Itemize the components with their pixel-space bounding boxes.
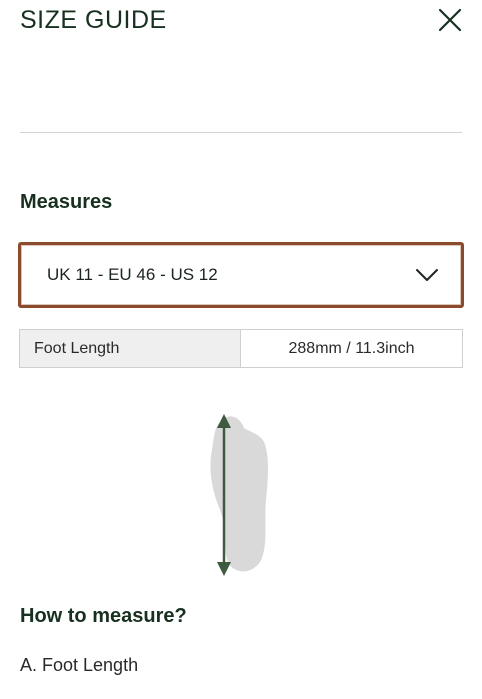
close-button[interactable]	[438, 8, 462, 32]
selected-size-value: UK 11 - EU 46 - US 12	[47, 265, 218, 284]
close-icon	[438, 8, 462, 32]
how-to-measure-heading: How to measure?	[20, 605, 187, 627]
foot-length-label: Foot Length	[20, 330, 241, 367]
foot-length-table: Foot Length 288mm / 11.3inch	[19, 329, 463, 368]
measures-heading: Measures	[20, 191, 113, 213]
foot-length-diagram-icon	[210, 414, 268, 576]
size-select-dropdown[interactable]: UK 11 - EU 46 - US 12	[18, 242, 464, 308]
foot-length-value: 288mm / 11.3inch	[288, 339, 415, 357]
chevron-down-icon	[416, 269, 438, 281]
foot-length-step: A. Foot Length	[20, 655, 139, 675]
header-divider	[20, 132, 462, 133]
page-title: SIZE GUIDE	[20, 6, 167, 34]
size-guide-header: SIZE GUIDE	[20, 0, 462, 44]
